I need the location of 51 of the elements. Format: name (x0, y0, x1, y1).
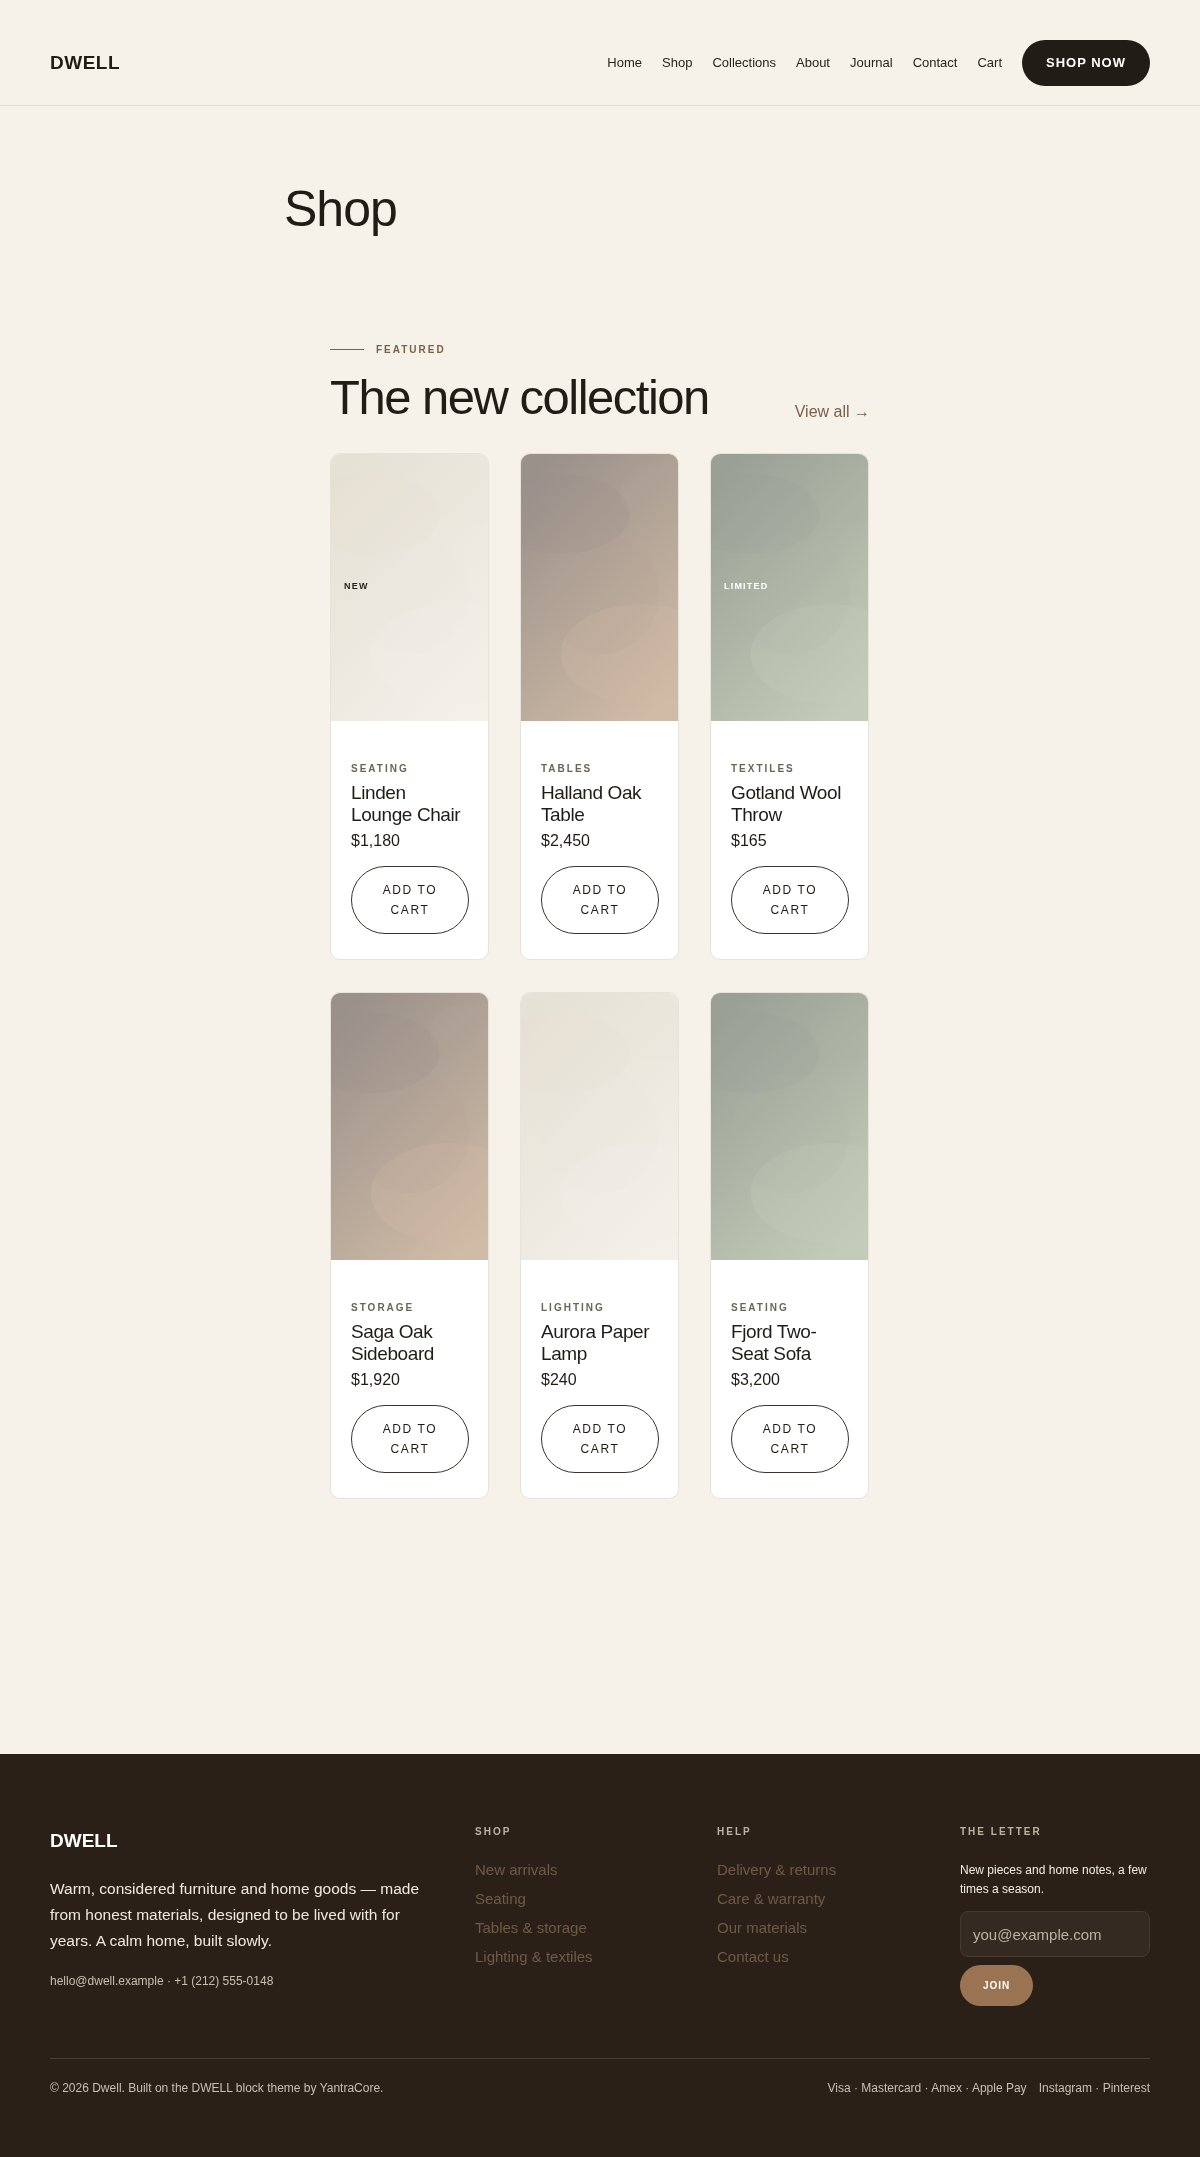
product-price: $165 (731, 832, 768, 850)
social-links[interactable]: Instagram · Pinterest (1038, 2081, 1150, 2095)
product-price: $1,180 (351, 832, 401, 850)
nav-link[interactable]: Collections (712, 55, 776, 70)
email-field[interactable]: you@example.com (960, 1911, 1150, 1957)
product-category: LIGHTING (541, 1302, 606, 1313)
nav-link[interactable]: Contact (912, 55, 958, 70)
product-name[interactable]: Linden Lounge Chair (351, 782, 468, 826)
nav-link[interactable]: About (796, 55, 830, 70)
section-eyebrow: FEATURED (376, 344, 446, 355)
add-to-cart-button[interactable]: ADD TO CART (541, 1405, 659, 1473)
product-name[interactable]: Saga Oak Sideboard (351, 1321, 468, 1365)
logo[interactable]: DWELL (50, 51, 121, 74)
section-title: The new collection (330, 369, 709, 425)
product-price: $2,450 (541, 832, 591, 850)
add-to-cart-button[interactable]: ADD TO CART (731, 866, 849, 934)
page-title: Shop (284, 182, 398, 236)
add-to-cart-button[interactable]: ADD TO CART (541, 866, 659, 934)
product-tag-label: NEW (344, 581, 369, 591)
nav-link[interactable]: Cart (977, 55, 1002, 70)
product-category: SEATING (731, 1302, 790, 1313)
join-button[interactable]: JOIN (960, 1965, 1034, 2006)
nav-link[interactable]: Shop (662, 55, 693, 70)
footer-heading: SHOP (475, 1826, 513, 1837)
product-price: $240 (541, 1371, 578, 1389)
product-price: $3,200 (731, 1371, 781, 1389)
product-category: TEXTILES (731, 763, 796, 774)
view-all-link[interactable]: View all → (794, 403, 870, 421)
product-name[interactable]: Fjord Two-Seat Sofa (731, 1321, 848, 1365)
product-price: $1,920 (351, 1371, 401, 1389)
newsletter-text: New pieces and home notes, a few times a season. (960, 1862, 1148, 1898)
add-to-cart-button[interactable]: ADD TO CART (351, 1405, 469, 1473)
product-category: TABLES (541, 763, 594, 774)
shop-now-button[interactable]: SHOP NOW (1022, 39, 1150, 86)
add-to-cart-button[interactable]: ADD TO CART (351, 866, 469, 934)
product-name[interactable]: Gotland Wool Throw (731, 782, 848, 826)
payment-methods: Visa · Mastercard · Amex · Apple Pay (827, 2081, 1027, 2095)
product-name[interactable]: Aurora Paper Lamp (541, 1321, 658, 1365)
copyright: © 2026 Dwell. Built on the DWELL block theme by YantraCore. (50, 2081, 384, 2095)
product-category: STORAGE (351, 1302, 416, 1313)
footer-contact: hello@dwell.example · +1 (212) 555-0148 (50, 1974, 275, 1988)
product-category: SEATING (351, 763, 410, 774)
add-to-cart-button[interactable]: ADD TO CART (731, 1405, 849, 1473)
footer-heading: THE LETTER (960, 1826, 1043, 1837)
product-tag-label: LIMITED (724, 581, 769, 591)
product-name[interactable]: Halland Oak Table (541, 782, 658, 826)
nav-link[interactable]: Journal (850, 55, 893, 70)
footer-heading: HELP (717, 1826, 753, 1837)
nav-link[interactable]: Home (607, 55, 643, 70)
footer-about: Warm, considered furniture and home goods — made from honest materials, designed to be lived with for years. A calm home, built slowly. (50, 1879, 421, 1951)
footer-logo[interactable]: DWELL (50, 1830, 475, 1852)
